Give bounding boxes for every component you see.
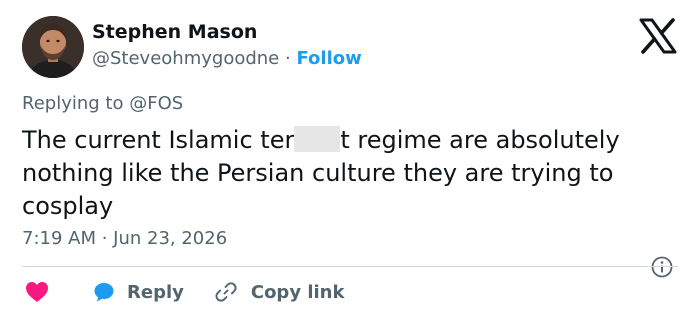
author-name[interactable]: Stephen Mason: [92, 21, 257, 43]
reply-button[interactable]: Reply: [92, 280, 184, 304]
link-icon: [215, 282, 237, 302]
copy-link-label: Copy link: [250, 281, 345, 303]
author-handle[interactable]: @Steveohmygoodne: [92, 48, 279, 69]
tweet-text-part-1: The current Islamic ter: [22, 126, 295, 154]
like-button[interactable]: [22, 280, 50, 304]
separator-dot: ·: [285, 48, 291, 69]
replying-to-label: Replying to: [22, 93, 124, 114]
replying-to-mention[interactable]: @FOS: [129, 93, 183, 114]
x-logo-icon[interactable]: [638, 18, 678, 54]
replying-to: Replying to @FOS: [22, 93, 183, 114]
copy-link-button[interactable]: Copy link: [215, 281, 345, 303]
tweet-text: The current Islamic ter t regime are abso…: [22, 124, 682, 223]
heart-icon: [26, 282, 48, 302]
follow-button[interactable]: Follow: [296, 48, 361, 69]
handle-row: @Steveohmygoodne · Follow: [92, 48, 362, 69]
avatar[interactable]: [22, 16, 84, 78]
divider: [22, 266, 678, 267]
reply-label: Reply: [127, 281, 184, 303]
redaction-box: [294, 126, 341, 152]
reply-bubble-icon: [94, 283, 114, 302]
tweet-timestamp[interactable]: 7:19 AM · Jun 23, 2026: [22, 228, 227, 249]
action-bar: Reply Copy link: [22, 278, 344, 306]
avatar-photo: [22, 16, 84, 78]
info-icon[interactable]: [651, 256, 673, 278]
